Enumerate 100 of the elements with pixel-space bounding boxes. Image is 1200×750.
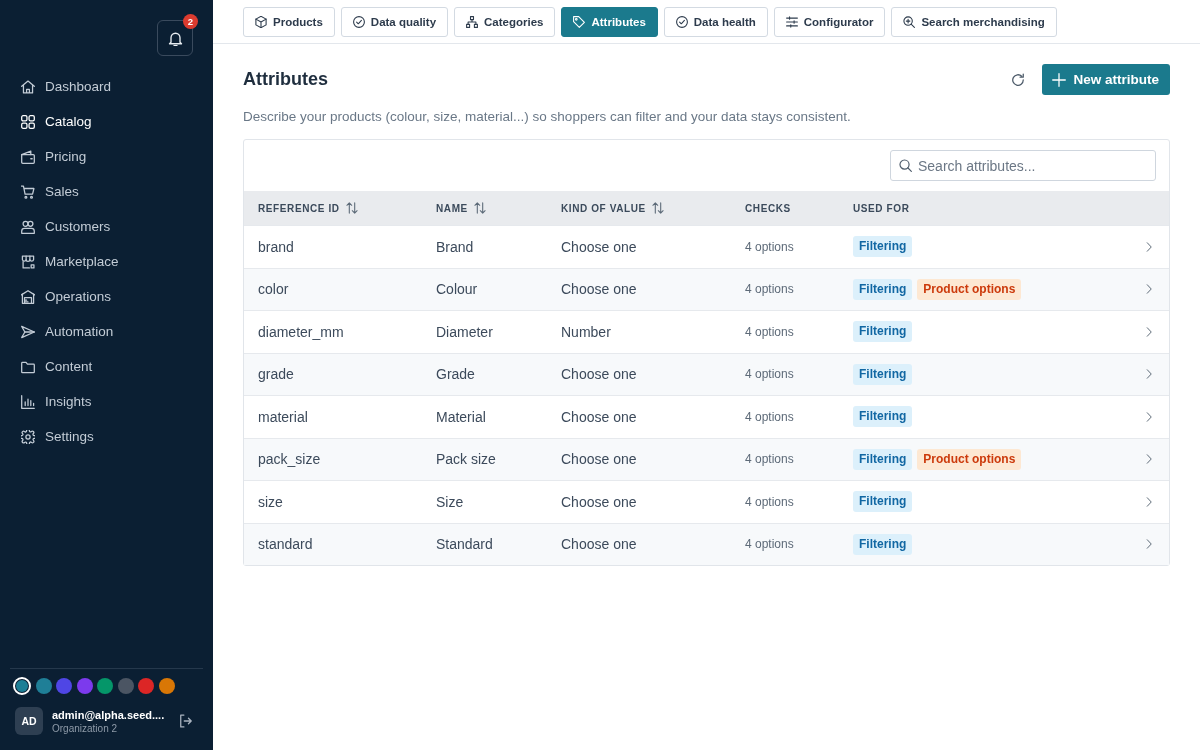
table-row[interactable]: pack_size Pack size Choose one 4 options Filtering Product options <box>244 437 1169 480</box>
search-field[interactable]: Search attributes... <box>890 150 1156 181</box>
table-cell: Brand <box>436 238 474 255</box>
table-cell: Diameter <box>436 323 493 340</box>
color-swatch[interactable] <box>35 678 52 694</box>
column-header[interactable]: NAME <box>436 202 486 214</box>
color-swatch[interactable] <box>117 678 134 694</box>
tab[interactable]: Search merchandising <box>891 7 1057 37</box>
table-cell: 4 options <box>745 239 794 254</box>
wallet-icon <box>21 149 35 164</box>
table-cell: Size <box>436 493 464 510</box>
table-cell: brand <box>258 238 294 255</box>
usage-tag: Filtering <box>853 533 913 555</box>
usage-tag: Filtering <box>853 278 913 300</box>
table-row[interactable]: brand Brand Choose one 4 options Filtering <box>244 225 1169 268</box>
chevron-right-icon[interactable] <box>1144 284 1154 295</box>
column-header[interactable]: REFERENCE ID <box>258 202 358 214</box>
tab[interactable]: Attributes <box>561 7 658 37</box>
color-swatch[interactable] <box>158 678 175 694</box>
table-cell: 4 options <box>745 324 794 339</box>
sidebar-item[interactable]: Insights <box>21 384 92 419</box>
logout-icon[interactable] <box>179 714 193 728</box>
color-swatch[interactable] <box>97 678 113 694</box>
chevron-right-icon[interactable] <box>1144 454 1154 465</box>
sidebar-item[interactable]: Automation <box>21 314 114 349</box>
table-cell: Colour <box>436 281 478 298</box>
table-row[interactable]: grade Grade Choose one 4 options Filtering <box>244 352 1169 395</box>
table-cell: Standard <box>436 536 493 553</box>
users-icon <box>21 219 35 234</box>
plus-icon <box>1052 72 1067 87</box>
table-cell: Choose one <box>561 281 637 298</box>
table-cell: 4 options <box>745 494 794 509</box>
usage-tag: Filtering <box>853 321 913 343</box>
table-cell: color <box>258 281 289 298</box>
table-cell: Choose one <box>561 493 637 510</box>
tab[interactable]: Products <box>243 7 335 37</box>
cart-icon <box>21 184 35 199</box>
tab[interactable]: Data health <box>663 7 768 37</box>
circle-check-icon <box>352 16 365 28</box>
bar-chart-icon <box>21 394 35 409</box>
refresh-icon[interactable] <box>1011 72 1026 87</box>
sidebar-item[interactable]: Operations <box>21 279 112 314</box>
zoom-in-icon <box>903 16 916 28</box>
page-description: Describe your products (colour, size, material...) so shoppers can filter and your data stays consistent. <box>243 108 851 126</box>
chevron-right-icon[interactable] <box>1144 326 1154 337</box>
sidebar-item[interactable]: Pricing <box>21 139 87 174</box>
tab[interactable]: Configurator <box>773 7 886 37</box>
chevron-right-icon[interactable] <box>1144 496 1154 507</box>
usage-tag: Filtering <box>853 491 913 513</box>
avatar: AD <box>15 707 43 735</box>
tab[interactable]: Data quality <box>340 7 449 37</box>
tag-icon <box>573 16 586 28</box>
color-swatch[interactable] <box>138 678 154 694</box>
table-cell: Choose one <box>561 451 637 468</box>
search-icon <box>899 159 912 172</box>
chevron-right-icon[interactable] <box>1144 369 1154 380</box>
table-row[interactable]: standard Standard Choose one 4 options Filtering <box>244 522 1169 565</box>
home-icon <box>21 79 35 94</box>
sidebar-item[interactable]: Catalog <box>21 104 92 139</box>
sidebar-item[interactable]: Sales <box>21 174 79 209</box>
usage-tag: Filtering <box>853 363 913 385</box>
table-cell: size <box>258 493 283 510</box>
table-row[interactable]: diameter_mm Diameter Number 4 options Filtering <box>244 310 1169 353</box>
sidebar-item[interactable]: Settings <box>21 419 94 454</box>
table-cell: 4 options <box>745 537 794 552</box>
table-cell: Choose one <box>561 536 637 553</box>
folder-icon <box>21 359 35 374</box>
sidebar-item[interactable]: Content <box>21 349 93 384</box>
table-cell: Number <box>561 323 611 340</box>
color-swatch[interactable] <box>56 678 72 694</box>
usage-tag: Filtering <box>853 448 913 470</box>
table-cell: Choose one <box>561 408 637 425</box>
chevron-right-icon[interactable] <box>1144 241 1154 252</box>
table-cell: grade <box>258 366 294 383</box>
usage-tag: Product options <box>917 448 1022 470</box>
chevron-right-icon[interactable] <box>1144 539 1154 550</box>
table-row[interactable]: color Colour Choose one 4 options Filtering Product options <box>244 267 1169 310</box>
table-cell: Choose one <box>561 366 637 383</box>
new-attribute-button[interactable]: New attribute <box>1042 64 1170 95</box>
table-cell: Pack size <box>436 451 496 468</box>
building-icon <box>21 289 35 304</box>
page-title: Attributes <box>243 69 329 90</box>
sidebar-item[interactable]: Dashboard <box>21 69 112 104</box>
account-email: admin@alpha.seed.... <box>52 708 165 721</box>
color-swatch[interactable] <box>76 678 93 694</box>
sidebar-item[interactable]: Customers <box>21 209 111 244</box>
tab[interactable]: Categories <box>454 7 556 37</box>
table-cell: diameter_mm <box>258 323 344 340</box>
paper-plane-icon <box>21 324 35 339</box>
sliders-icon <box>785 16 798 28</box>
circle-check-icon <box>675 16 688 28</box>
table-row[interactable]: size Size Choose one 4 options Filtering <box>244 480 1169 523</box>
column-header[interactable]: KIND OF VALUE <box>561 202 664 214</box>
table-cell: 4 options <box>745 452 794 467</box>
table-row[interactable]: material Material Choose one 4 options Filtering <box>244 395 1169 438</box>
notification-count: 2 <box>183 14 198 29</box>
chevron-right-icon[interactable] <box>1144 411 1154 422</box>
sidebar-item[interactable]: Marketplace <box>21 244 119 279</box>
table-cell: Choose one <box>561 238 637 255</box>
color-swatch[interactable] <box>13 677 31 695</box>
